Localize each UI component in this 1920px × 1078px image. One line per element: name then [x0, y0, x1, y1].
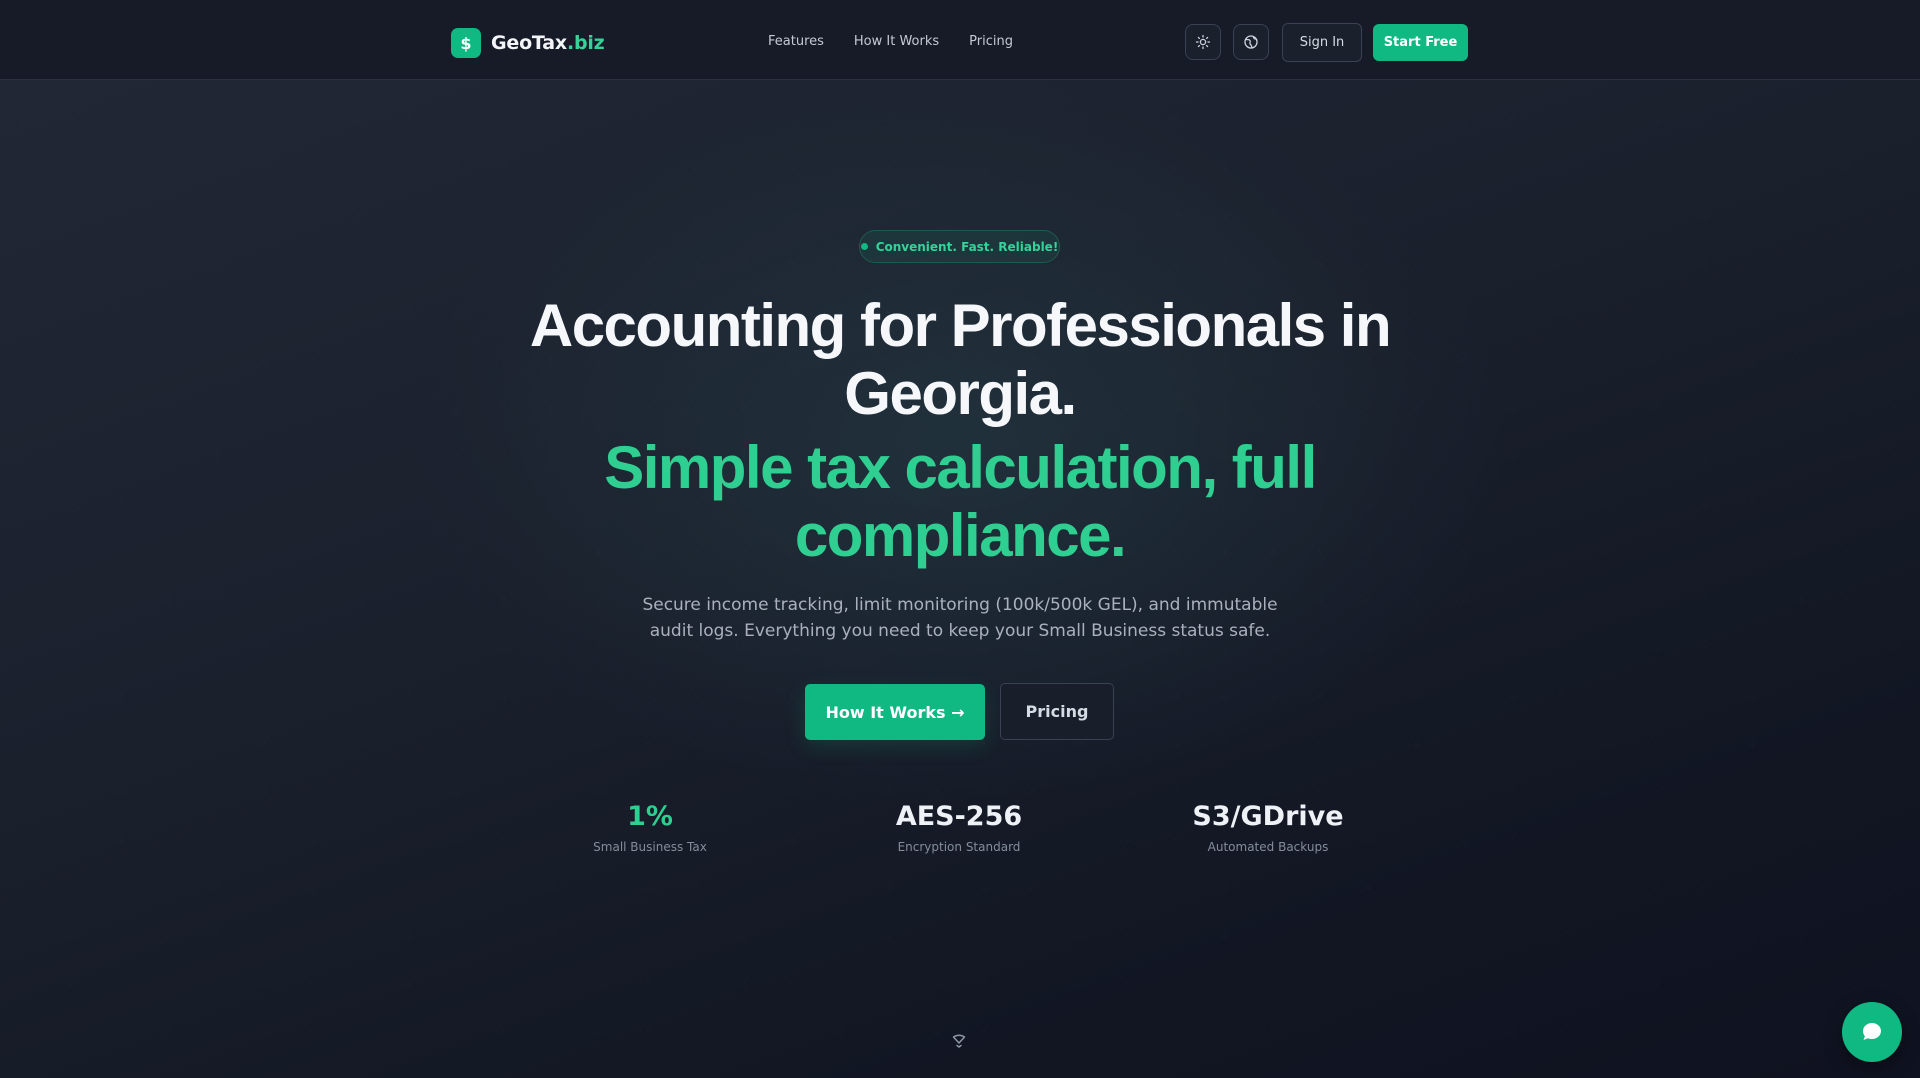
hero-description: Secure income tracking, limit monitoring… — [642, 595, 1278, 641]
badge-text: Convenient. Fast. Reliable! — [875, 239, 1059, 254]
nav-link-how-it-works[interactable]: How It Works — [854, 30, 939, 54]
site-logo[interactable]: $ GeoTax.biz — [451, 28, 605, 58]
main-nav: Features How It Works Pricing — [768, 30, 1043, 54]
globe-icon — [1244, 35, 1258, 49]
scroll-down-button[interactable] — [950, 1031, 968, 1049]
logo-tld: .biz — [566, 32, 605, 54]
stat-backups: S3/GDrive Automated Backups — [1148, 800, 1388, 854]
theme-toggle-button[interactable] — [1185, 24, 1221, 60]
tagline-badge: Convenient. Fast. Reliable! — [859, 230, 1060, 263]
nav-link-features[interactable]: Features — [768, 30, 824, 54]
stat-value: AES-256 — [895, 801, 1023, 832]
logo-wordmark: GeoTax.biz — [491, 32, 605, 54]
stat-label: Encryption Standard — [897, 840, 1021, 854]
chat-widget-button[interactable] — [1842, 1002, 1902, 1062]
logo-name: GeoTax — [491, 32, 567, 54]
landing-page: $ GeoTax.biz Features How It Works Prici… — [0, 0, 1920, 1078]
sign-in-button[interactable]: Sign In — [1282, 23, 1362, 62]
hero-subheadline: Simple tax calculation, full compliance. — [604, 434, 1317, 569]
hero-headline: Accounting for Professionals in Georgia. — [529, 292, 1392, 427]
how-it-works-button[interactable]: How It Works → — [805, 684, 985, 740]
stat-encryption: AES-256 Encryption Standard — [839, 800, 1079, 854]
dollar-icon: $ — [451, 28, 481, 58]
start-free-button[interactable]: Start Free — [1373, 24, 1468, 61]
nav-link-pricing[interactable]: Pricing — [969, 30, 1013, 54]
stat-label: Small Business Tax — [593, 840, 707, 854]
stat-tax-rate: 1% Small Business Tax — [530, 800, 770, 854]
chat-bubble-icon — [1863, 1023, 1881, 1040]
stat-value: 1% — [627, 801, 673, 832]
pricing-button[interactable]: Pricing — [1000, 683, 1114, 740]
chevron-down-icon — [952, 1034, 966, 1048]
sun-icon — [1195, 34, 1211, 50]
badge-dot-icon — [860, 243, 868, 250]
language-button[interactable] — [1233, 24, 1269, 60]
stat-label: Automated Backups — [1207, 840, 1329, 854]
top-navbar: $ GeoTax.biz Features How It Works Prici… — [0, 0, 1920, 80]
stat-value: S3/GDrive — [1192, 801, 1344, 832]
